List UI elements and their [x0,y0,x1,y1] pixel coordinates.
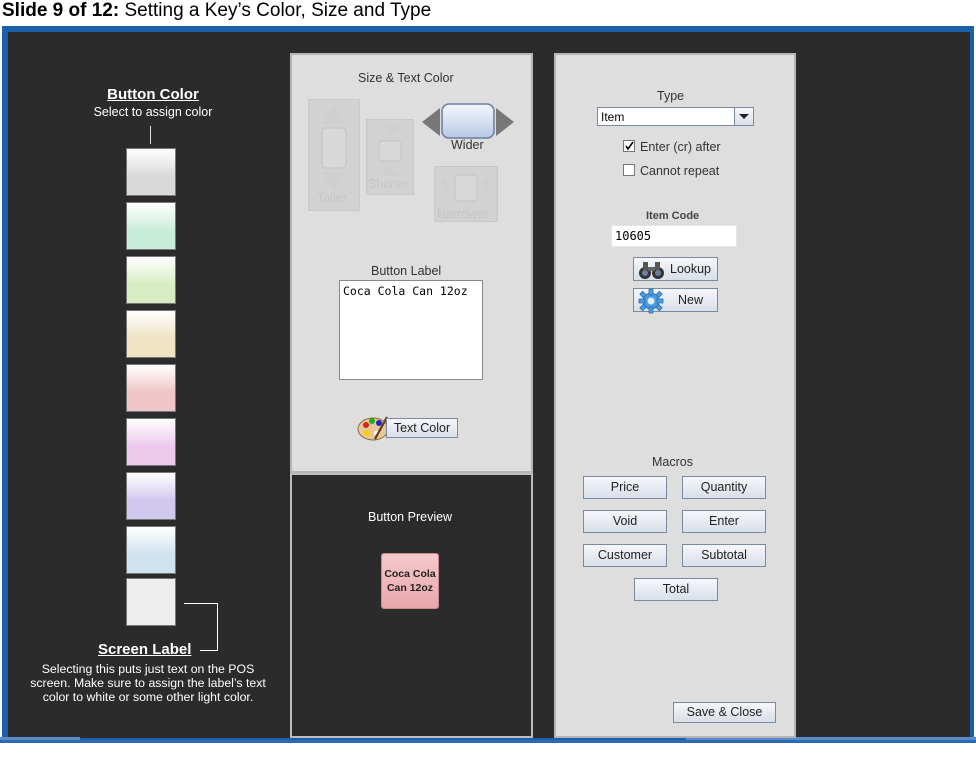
cannot-repeat-checkbox[interactable] [623,164,635,176]
slide-number: Slide 9 of 12: [2,0,120,21]
gear-icon [638,288,664,314]
item-code-value: 10605 [615,229,652,243]
save-close-button[interactable]: Save & Close [673,702,776,723]
button-color-subtitle: Select to assign color [93,105,213,119]
taller-label: Taller [317,191,347,205]
screen-label-description: Selecting this puts just text on the POS… [30,662,266,704]
enter-after-label: Enter (cr) after [640,140,721,154]
taller-button[interactable]: Taller [308,99,360,211]
bottom-divider [0,740,976,743]
lookup-label: Lookup [670,262,712,276]
new-button[interactable]: New [633,288,718,314]
wider-label: Wider [451,138,484,152]
swatch-tan[interactable] [126,310,176,358]
callout-line [150,126,151,144]
screen-label-title: Screen Label [98,641,192,658]
type-select[interactable]: Item [597,107,754,126]
button-color-title: Button Color [107,86,199,103]
macro-quantity-button[interactable]: Quantity [682,476,766,499]
checkmark-icon [625,141,634,151]
item-code-label: Item Code [646,210,700,222]
macro-void-button[interactable]: Void [583,510,667,533]
preview-line-2: Can 12oz [386,582,434,594]
button-label-textarea[interactable]: Coca Cola Can 12oz [339,280,483,380]
button-label-title: Button Label [371,264,442,278]
callout-line [200,650,218,651]
chevron-down-icon [734,108,753,125]
wider-button[interactable]: Wider [420,100,516,156]
swatch-gray[interactable] [126,148,176,196]
swatch-mint[interactable] [126,202,176,250]
enter-after-checkbox[interactable] [623,140,635,152]
macro-subtotal-button[interactable]: Subtotal [682,544,766,567]
macro-customer-button[interactable]: Customer [583,544,667,567]
type-panel [554,53,796,738]
binoculars-icon [639,262,664,279]
type-title: Type [657,89,685,103]
callout-line [217,603,218,651]
swatch-screen-label[interactable] [126,578,176,626]
swatch-lime[interactable] [126,256,176,304]
swatch-pink[interactable] [126,364,176,412]
wider-icon [422,103,514,139]
callout-line [184,603,217,604]
narrower-icon [443,174,489,202]
type-select-value: Item [601,110,625,124]
macro-price-button[interactable]: Price [583,476,667,499]
size-text-title: Size & Text Color [358,71,454,85]
macros-title: Macros [652,455,693,469]
text-color-button[interactable]: Text Color [386,418,458,438]
swatch-lilac[interactable] [126,418,176,466]
button-preview-title: Button Preview [368,510,453,524]
item-code-input[interactable]: 10605 [611,225,737,247]
cannot-repeat-label: Cannot repeat [640,164,720,178]
macro-enter-button[interactable]: Enter [682,510,766,533]
lookup-button[interactable]: Lookup [633,257,718,281]
shorter-icon [378,126,402,176]
slide-heading: Setting a Key’s Color, Size and Type [124,0,432,21]
macro-total-button[interactable]: Total [634,578,718,601]
preview-button: Coca Cola Can 12oz [381,553,439,609]
shorter-label: Shorter [368,177,409,191]
preview-line-1: Coca Cola [384,568,436,580]
narrower-label: Narrower [437,207,489,221]
slide-title: Slide 9 of 12: Setting a Key’s Color, Si… [2,0,431,22]
new-label: New [678,293,704,307]
narrower-button[interactable]: Narrower [434,166,498,222]
swatch-lavender[interactable] [126,472,176,520]
shorter-button[interactable]: Shorter [366,119,414,195]
swatch-sky[interactable] [126,526,176,574]
